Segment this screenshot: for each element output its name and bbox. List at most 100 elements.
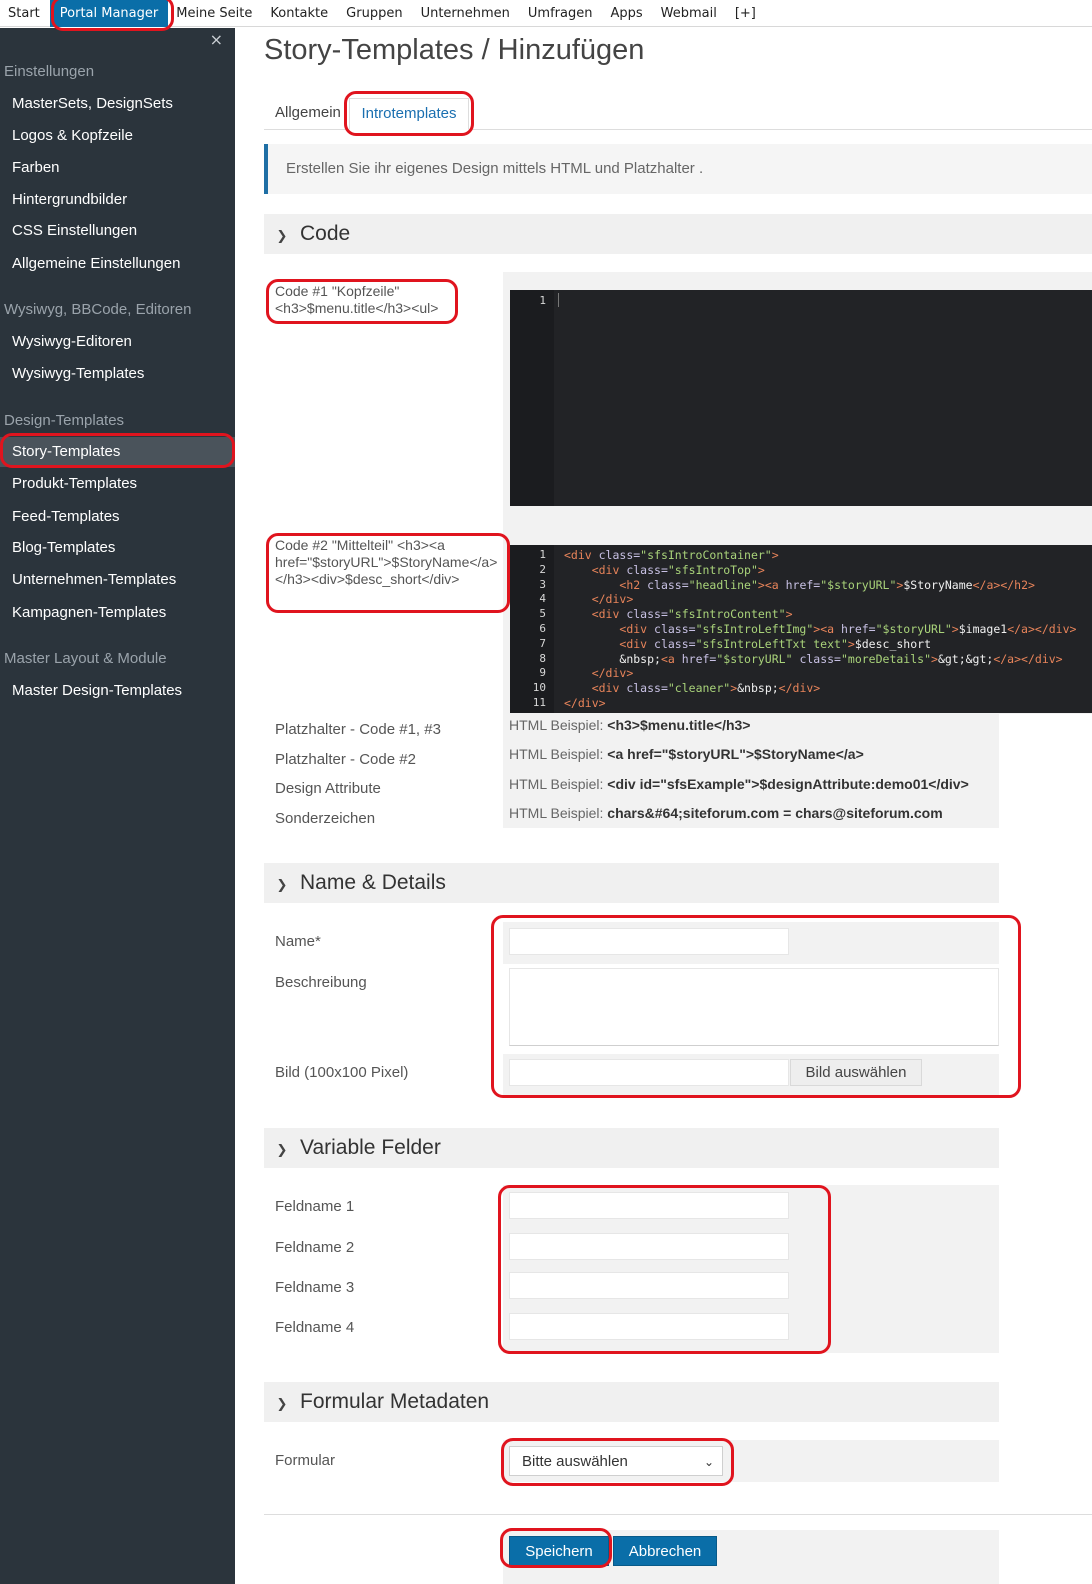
- code-line: <div class="sfsIntroContent">: [591, 607, 793, 622]
- choose-image-button[interactable]: Bild auswählen: [790, 1059, 922, 1086]
- feldname-2-input[interactable]: [509, 1233, 789, 1260]
- feldname-3-label: Feldname 3: [275, 1279, 355, 1296]
- sidebar-item-mastersets[interactable]: MasterSets, DesignSets: [0, 89, 235, 119]
- nav-unternehmen[interactable]: Unternehmen: [413, 0, 520, 27]
- placeholder-example-3: HTML Beispiel: <div id="sfsExample">$des…: [509, 776, 969, 792]
- form-select[interactable]: Bitte auswählen ⌄: [509, 1446, 723, 1476]
- main-content: Story-Templates / Hinzufügen Allgemein I…: [235, 28, 1092, 1584]
- tab-allgemein[interactable]: Allgemein: [275, 98, 341, 130]
- page-title: Story-Templates / Hinzufügen: [264, 34, 645, 66]
- name-input[interactable]: [509, 928, 789, 955]
- tab-introtemplates[interactable]: Introtemplates: [349, 98, 469, 130]
- sidebar-item-allgemeine[interactable]: Allgemeine Einstellungen: [0, 249, 235, 279]
- sidebar-section-einstellungen: Einstellungen: [4, 63, 95, 80]
- feldname-4-label: Feldname 4: [275, 1319, 355, 1336]
- nav-kontakte[interactable]: Kontakte: [262, 0, 338, 27]
- line-number: 10: [532, 681, 546, 695]
- code-line: <div class="sfsIntroContainer">: [564, 548, 779, 562]
- sidebar-item-wysiwyg-editoren[interactable]: Wysiwyg-Editoren: [0, 327, 235, 357]
- sidebar-item-unternehmen-templates[interactable]: Unternehmen-Templates: [0, 565, 235, 595]
- chevron-down-icon: ❯: [276, 1143, 288, 1158]
- sidebar-item-feed-templates[interactable]: Feed-Templates: [0, 502, 235, 532]
- sidebar-item-farben[interactable]: Farben: [0, 153, 235, 183]
- placeholder-label-2: Platzhalter - Code #2: [275, 751, 416, 768]
- form-divider: [264, 1514, 1092, 1515]
- line-number: 2: [539, 562, 546, 576]
- placeholder-example-4: HTML Beispiel: chars&#64;siteforum.com =…: [509, 805, 943, 821]
- section-vars-header[interactable]: ❯ Variable Felder: [264, 1128, 999, 1168]
- code1-editor[interactable]: 1: [510, 290, 1092, 506]
- section-name-header[interactable]: ❯ Name & Details: [264, 863, 999, 903]
- line-number: 9: [539, 666, 546, 680]
- description-label: Beschreibung: [275, 974, 367, 991]
- line-number: 1: [539, 294, 546, 307]
- nav-webmail[interactable]: Webmail: [653, 0, 727, 27]
- tab-bar: Allgemein Introtemplates: [264, 94, 1092, 130]
- line-number: 8: [539, 651, 546, 665]
- cancel-button[interactable]: Abbrechen: [613, 1536, 717, 1566]
- section-meta-header[interactable]: ❯ Formular Metadaten: [264, 1382, 999, 1422]
- code1-label: Code #1 "Kopfzeile" <h3>$menu.title</h3>…: [275, 283, 439, 316]
- sidebar-item-css[interactable]: CSS Einstellungen: [0, 216, 235, 246]
- sidebar-section-wysiwyg: Wysiwyg, BBCode, Editoren: [4, 301, 192, 318]
- editor-gutter: [510, 290, 554, 506]
- line-number: 1: [539, 548, 546, 561]
- code-line: <div class="sfsIntroLeftImg"><a href="$s…: [619, 622, 1077, 636]
- feldname-4-input[interactable]: [509, 1313, 789, 1340]
- placeholder-example-1: HTML Beispiel: <h3>$menu.title</h3>: [509, 717, 751, 733]
- image-label: Bild (100x100 Pixel): [275, 1064, 409, 1081]
- section-code-title: Code: [300, 222, 351, 245]
- info-box: Erstellen Sie ihr eigenes Design mittels…: [264, 144, 1092, 194]
- chevron-down-icon: ❯: [276, 1397, 288, 1412]
- code-line: <div class="cleaner">&nbsp;</div>: [591, 681, 821, 696]
- nav-gruppen[interactable]: Gruppen: [338, 0, 412, 27]
- chevron-down-icon: ❯: [276, 878, 288, 893]
- code-line: <div class="sfsIntroLeftTxt text">$desc_…: [619, 636, 931, 651]
- feldname-3-input[interactable]: [509, 1272, 789, 1299]
- chevron-down-icon: ⌄: [703, 1455, 714, 1469]
- section-code-header[interactable]: ❯ Code: [264, 214, 1092, 254]
- nav-start[interactable]: Start: [0, 0, 50, 27]
- sidebar-item-master-design-templates[interactable]: Master Design-Templates: [0, 676, 235, 706]
- close-icon[interactable]: ×: [210, 32, 223, 48]
- image-path-input[interactable]: [509, 1059, 789, 1086]
- feldname-1-input[interactable]: [509, 1192, 789, 1219]
- sidebar-item-logos[interactable]: Logos & Kopfzeile: [0, 121, 235, 151]
- sidebar-item-blog-templates[interactable]: Blog-Templates: [0, 533, 235, 563]
- section-vars-title: Variable Felder: [300, 1136, 441, 1159]
- sidebar-section-design-templates: Design-Templates: [4, 412, 125, 429]
- sidebar-item-wysiwyg-templates[interactable]: Wysiwyg-Templates: [0, 359, 235, 389]
- text-cursor: [558, 293, 559, 307]
- nav-add-more[interactable]: [+]: [727, 0, 766, 27]
- line-number: 7: [539, 636, 546, 650]
- chevron-down-icon: ❯: [276, 229, 288, 244]
- code-line: <div class="sfsIntroTop">: [591, 562, 765, 577]
- line-number: 11: [532, 696, 546, 709]
- line-number: 4: [539, 592, 546, 606]
- nav-meine-seite[interactable]: Meine Seite: [168, 0, 262, 27]
- sidebar-item-produkt-templates[interactable]: Produkt-Templates: [0, 469, 235, 499]
- nav-portal-manager[interactable]: Portal Manager: [49, 0, 169, 27]
- feldname-2-label: Feldname 2: [275, 1239, 355, 1256]
- description-textarea[interactable]: [509, 968, 999, 1046]
- sidebar-item-hintergrundbilder[interactable]: Hintergrundbilder: [0, 185, 235, 215]
- line-number: 5: [539, 607, 546, 621]
- sidebar-section-master-layout: Master Layout & Module: [4, 650, 167, 667]
- feldname-1-label: Feldname 1: [275, 1198, 355, 1215]
- name-label: Name*: [275, 933, 321, 950]
- code-line: </div>: [591, 592, 634, 607]
- placeholder-label-1: Platzhalter - Code #1, #3: [275, 721, 441, 738]
- sidebar-item-kampagnen-templates[interactable]: Kampagnen-Templates: [0, 598, 235, 628]
- line-number: 3: [539, 577, 546, 591]
- section-meta-title: Formular Metadaten: [300, 1390, 490, 1413]
- sidebar-item-story-templates[interactable]: Story-Templates: [0, 437, 235, 467]
- save-button[interactable]: Speichern: [509, 1536, 609, 1566]
- nav-umfragen[interactable]: Umfragen: [520, 0, 603, 27]
- placeholder-example-2: HTML Beispiel: <a href="$storyURL">$Stor…: [509, 746, 864, 762]
- code-line: </div>: [591, 666, 634, 681]
- nav-apps[interactable]: Apps: [602, 0, 652, 27]
- form-label: Formular: [275, 1452, 336, 1469]
- code2-label: Code #2 "Mittelteil" <h3><a href="$story…: [275, 537, 498, 587]
- code2-editor[interactable]: 1 <div class="sfsIntroContainer"> 2 <div c…: [510, 545, 1092, 713]
- placeholder-label-4: Sonderzeichen: [275, 810, 376, 827]
